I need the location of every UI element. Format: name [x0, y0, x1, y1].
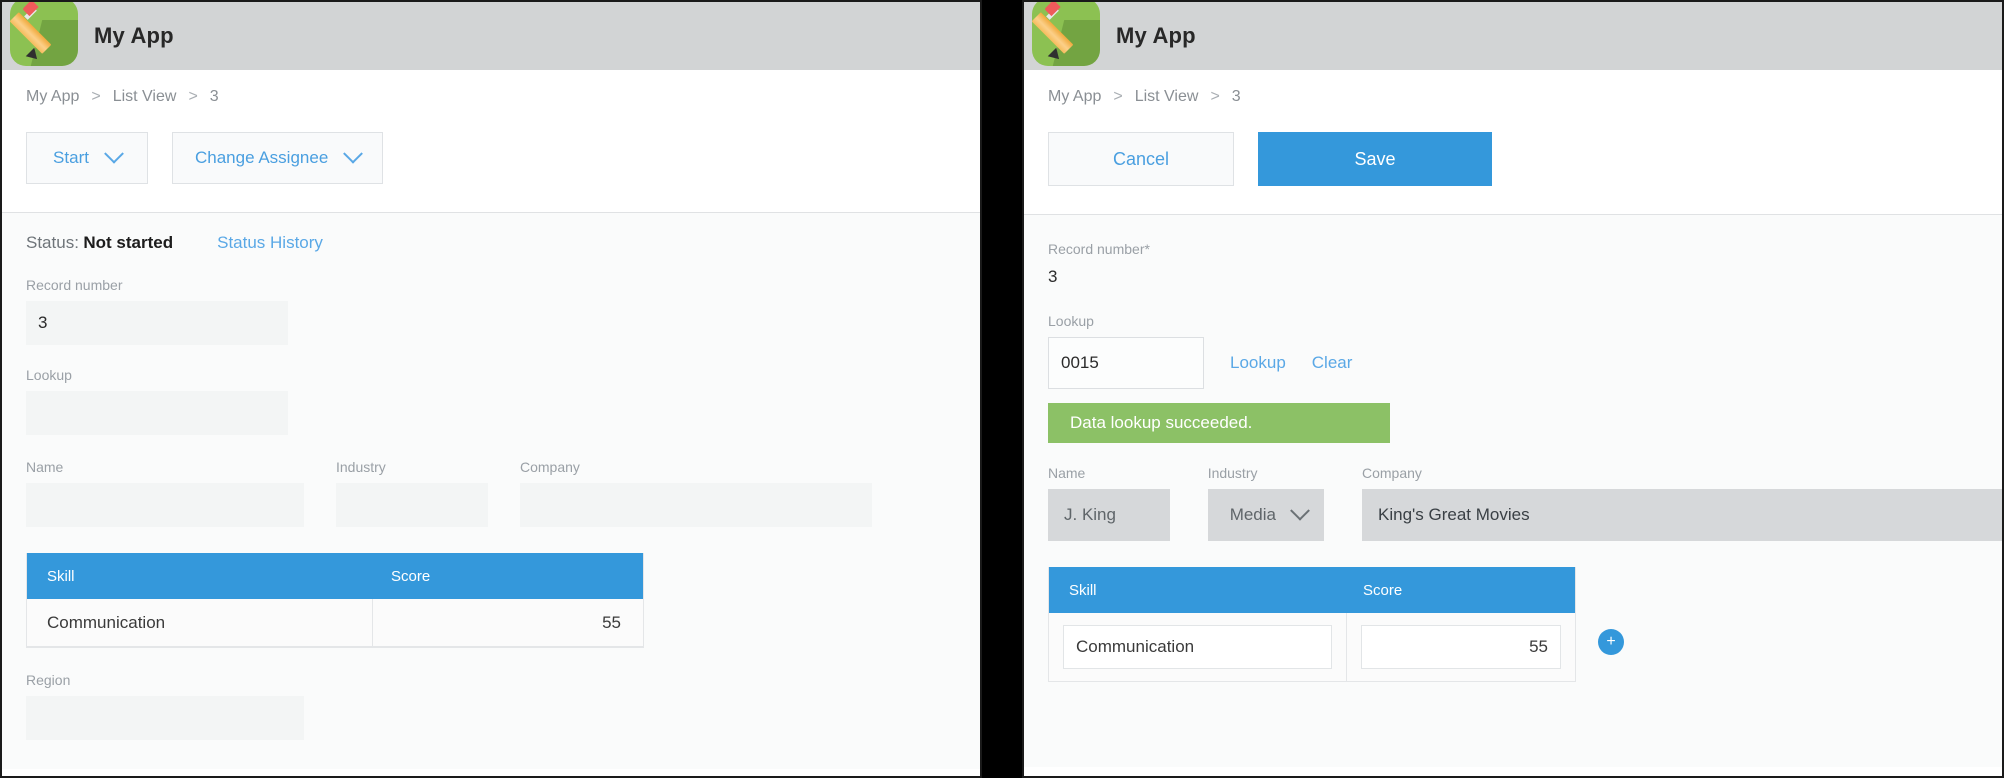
industry-label: Industry — [1207, 465, 1258, 481]
breadcrumb-item-app[interactable]: My App — [1048, 88, 1101, 106]
lookup-label: Lookup — [26, 367, 72, 383]
lookup-row: Lookup Clear — [1048, 337, 2002, 389]
cell-skill — [1049, 613, 1347, 681]
right-toolbar: Cancel Save — [1024, 106, 2002, 215]
left-name-industry-company-row: Name Industry Company — [26, 459, 980, 527]
change-assignee-button[interactable]: Change Assignee — [172, 132, 384, 184]
company-input[interactable]: King's Great Movies — [1362, 489, 2002, 541]
pencil-app-icon — [1032, 2, 1100, 66]
breadcrumb-item-list-view[interactable]: List View — [113, 88, 177, 106]
record-number-value: 3 — [26, 301, 288, 345]
score-input[interactable] — [1361, 625, 1561, 669]
lookup-success-message: Data lookup succeeded. — [1048, 403, 1390, 443]
start-button[interactable]: Start — [26, 132, 148, 184]
skill-score-table-wrap: Skill Score + — [1048, 567, 2002, 682]
industry-field-group: Industry — [336, 459, 488, 527]
name-value — [26, 483, 304, 527]
lookup-label: Lookup — [1048, 313, 1094, 329]
status-label: Status: — [26, 233, 79, 252]
breadcrumb-separator: > — [1113, 88, 1123, 105]
status-badge: Not started — [83, 233, 174, 252]
breadcrumb-separator: > — [188, 88, 198, 105]
company-field-group: Company — [520, 459, 872, 527]
cell-skill: Communication — [27, 599, 373, 646]
skill-score-table: Skill Score — [1048, 567, 1576, 682]
cell-score — [1347, 613, 1575, 681]
skill-score-table: Skill Score Communication 55 — [26, 553, 644, 648]
save-button-label: Save — [1354, 148, 1396, 169]
region-field-group: Region — [26, 672, 980, 740]
record-number-field-group: Record number 3 — [26, 277, 980, 345]
lookup-value — [26, 391, 288, 435]
name-label: Name — [1048, 465, 1086, 481]
app-header-bar: My App — [2, 2, 980, 70]
breadcrumb-item-record: 3 — [209, 88, 219, 105]
right-name-industry-company-row: Name J. King Industry Media Company King… — [1048, 465, 2002, 541]
left-toolbar: Start Change Assignee — [2, 106, 980, 213]
breadcrumb-item-app[interactable]: My App — [26, 88, 79, 106]
clear-button[interactable]: Clear — [1312, 353, 1353, 373]
table-header-row: Skill Score — [27, 553, 643, 599]
breadcrumb-item-record: 3 — [1231, 88, 1241, 105]
right-form-body: Record number* 3 Lookup Lookup Clear Dat… — [1024, 215, 2002, 767]
column-header-skill: Skill — [1069, 581, 1097, 599]
start-button-label: Start — [53, 148, 89, 167]
column-header-score: Score — [391, 567, 431, 585]
cancel-button-label: Cancel — [1112, 148, 1170, 169]
breadcrumb-separator: > — [91, 88, 101, 105]
chevron-down-icon — [1276, 489, 1324, 541]
pencil-app-icon — [10, 2, 78, 66]
record-number-label: Record number* — [1048, 241, 1150, 257]
name-input[interactable]: J. King — [1048, 489, 1170, 541]
lookup-input[interactable] — [1048, 337, 1204, 389]
lookup-field-group: Lookup Lookup Clear Data lookup succeede… — [1048, 313, 2002, 443]
cell-score: 55 — [602, 612, 621, 632]
screenshot-stage: My App My App > List View > 3 Start Chan… — [0, 0, 2004, 778]
table-row — [1049, 613, 1575, 681]
industry-label: Industry — [336, 459, 386, 475]
status-history-link[interactable]: Status History — [217, 233, 323, 253]
chevron-down-icon — [343, 143, 364, 164]
save-button[interactable]: Save — [1258, 132, 1492, 186]
record-number-field-group: Record number* 3 — [1048, 241, 2002, 287]
name-field-group: Name J. King — [1048, 465, 1170, 541]
left-form-body: Status: Not started Status History Recor… — [2, 213, 980, 769]
breadcrumb: My App > List View > 3 — [2, 70, 980, 106]
chevron-down-icon — [104, 143, 124, 164]
skill-input[interactable] — [1063, 625, 1332, 669]
required-marker: * — [1144, 241, 1150, 257]
name-field-group: Name — [26, 459, 304, 527]
industry-select[interactable]: Media — [1207, 489, 1324, 541]
table-header-row: Skill Score — [1049, 567, 1575, 613]
right-panel-edit-view: My App My App > List View > 3 Cancel Sav… — [1022, 0, 2004, 778]
region-label: Region — [26, 672, 71, 688]
industry-selected-value: Media — [1229, 505, 1276, 524]
industry-field-group: Industry Media — [1207, 465, 1324, 541]
record-number-value: 3 — [1048, 267, 1058, 286]
change-assignee-button-label: Change Assignee — [195, 148, 329, 167]
column-header-skill: Skill — [47, 567, 75, 585]
breadcrumb-separator: > — [1210, 88, 1220, 105]
column-header-score: Score — [1363, 581, 1403, 599]
company-value — [520, 483, 872, 527]
app-header-bar: My App — [1024, 2, 2002, 70]
lookup-field-group: Lookup — [26, 367, 980, 435]
region-value — [26, 696, 304, 740]
name-label: Name — [26, 459, 64, 475]
breadcrumb: My App > List View > 3 — [1024, 70, 2002, 106]
add-row-button[interactable]: + — [1598, 629, 1624, 655]
company-label: Company — [520, 459, 580, 475]
company-label: Company — [1362, 465, 1422, 481]
app-title: My App — [94, 23, 174, 48]
record-number-label: Record number — [26, 277, 123, 293]
status-line: Status: Not started Status History — [26, 233, 980, 253]
left-panel-detail-view: My App My App > List View > 3 Start Chan… — [0, 0, 982, 778]
lookup-button[interactable]: Lookup — [1230, 353, 1286, 373]
company-field-group: Company King's Great Movies — [1362, 465, 2002, 541]
table-row: Communication 55 — [27, 599, 643, 647]
cancel-button[interactable]: Cancel — [1048, 132, 1234, 186]
app-title: My App — [1116, 23, 1196, 48]
industry-value — [336, 483, 488, 527]
breadcrumb-item-list-view[interactable]: List View — [1135, 88, 1199, 106]
